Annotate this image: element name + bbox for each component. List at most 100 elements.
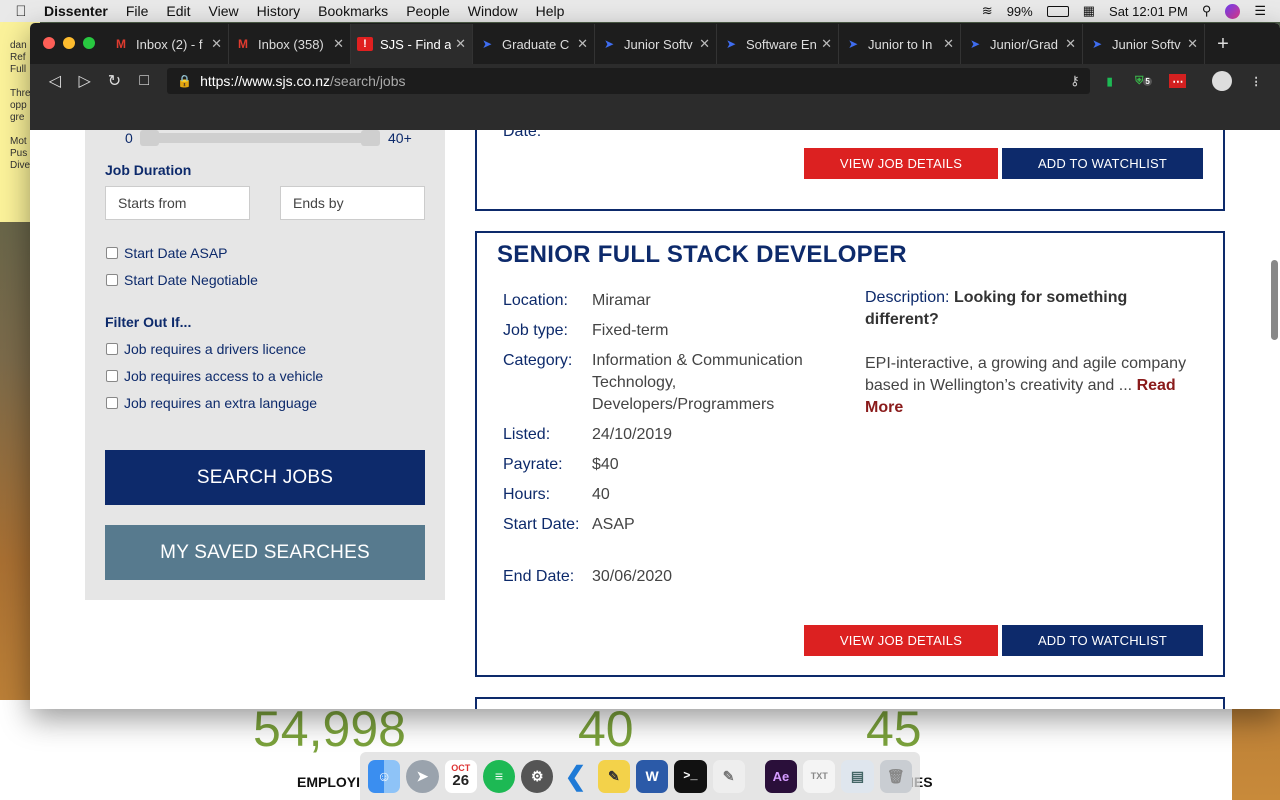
address-bar[interactable]: 🔒 https://www.sjs.co.nz/search/jobs ⚷ [167, 68, 1090, 94]
tab-junior-grad[interactable]: ➤ Junior/Grad ✕ [961, 24, 1083, 64]
job-listed: 24/10/2019 [592, 426, 673, 443]
menu-window[interactable]: Window [459, 3, 527, 19]
forward-icon[interactable]: ▷ [70, 71, 100, 91]
job-location-row: Location: Miramar [503, 290, 843, 312]
my-saved-searches-button[interactable]: MY SAVED SEARCHES [105, 525, 425, 580]
slider-min-handle[interactable] [140, 130, 159, 146]
profile-avatar-icon[interactable] [1208, 71, 1236, 91]
filter-vehicle-checkbox[interactable]: Job requires access to a vehicle [106, 368, 323, 384]
page-scrollbar[interactable] [1271, 260, 1278, 340]
filter-language-checkbox[interactable]: Job requires an extra language [106, 395, 317, 411]
close-tab-icon[interactable]: ✕ [211, 36, 222, 52]
spotify-icon[interactable]: ≡ [482, 759, 516, 793]
field-label: Job type: [503, 322, 568, 339]
start-negotiable-checkbox[interactable]: Start Date Negotiable [106, 272, 258, 288]
search-jobs-button[interactable]: SEARCH JOBS [105, 450, 425, 505]
tab-sjs[interactable]: ! SJS - Find a ✕ [351, 24, 473, 64]
checkbox-box[interactable] [106, 274, 118, 286]
extension-green-icon[interactable]: ▮ [1096, 71, 1124, 91]
clock[interactable]: Sat 12:01 PM [1109, 4, 1188, 19]
slider-max-handle[interactable] [361, 130, 380, 146]
screenshot-folder-icon[interactable]: ▤ [841, 759, 874, 793]
tab-software-engineer[interactable]: ➤ Software En ✕ [717, 24, 839, 64]
minimize-window-button[interactable] [63, 37, 75, 49]
notification-center-icon[interactable]: ☰ [1254, 3, 1266, 19]
menu-view[interactable]: View [200, 3, 248, 19]
text-document-icon[interactable]: TXT [803, 759, 836, 793]
launchpad-icon[interactable]: ➤ [406, 759, 439, 793]
battery-percent[interactable]: 99% [1007, 4, 1033, 19]
trash-icon[interactable]: 🗑 [879, 759, 912, 793]
checkbox-box[interactable] [106, 397, 118, 409]
close-tab-icon[interactable]: ✕ [333, 36, 344, 52]
tab-title: Junior Softv [1112, 36, 1181, 52]
after-effects-icon[interactable]: Ae [764, 759, 798, 793]
finder-icon[interactable]: ☺ [368, 759, 401, 793]
tab-inbox-358[interactable]: M Inbox (358) ✕ [229, 24, 351, 64]
tab-title: Software En [746, 36, 817, 52]
checkbox-box[interactable] [106, 370, 118, 382]
menu-icon[interactable]: ⋮ [1242, 71, 1270, 91]
close-tab-icon[interactable]: ✕ [821, 36, 832, 52]
field-label: End Date: [503, 568, 575, 585]
menu-edit[interactable]: Edit [157, 3, 199, 19]
wifi-icon[interactable]: ≋ [982, 3, 993, 19]
menu-history[interactable]: History [248, 3, 310, 19]
vscode-icon[interactable]: ❮ [559, 760, 591, 793]
tab-inbox-2[interactable]: M Inbox (2) - f ✕ [107, 24, 229, 64]
filter-licence-checkbox[interactable]: Job requires a drivers licence [106, 341, 306, 357]
menu-help[interactable]: Help [527, 3, 574, 19]
checkbox-label: Job requires an extra language [124, 395, 318, 411]
add-to-watchlist-button[interactable]: ADD TO WATCHLIST [1002, 148, 1203, 179]
close-tab-icon[interactable]: ✕ [943, 36, 954, 52]
ends-by-input[interactable]: Ends by [280, 186, 425, 220]
hours-slider[interactable] [140, 130, 380, 146]
add-to-watchlist-button[interactable]: ADD TO WATCHLIST [1002, 625, 1203, 656]
bookmark-icon[interactable]: □ [129, 72, 159, 90]
close-window-button[interactable] [43, 37, 55, 49]
menu-file[interactable]: File [117, 3, 158, 19]
terminal-icon[interactable]: >_ [674, 759, 707, 793]
menu-app-name[interactable]: Dissenter [42, 3, 117, 19]
menu-bookmarks[interactable]: Bookmarks [309, 3, 397, 19]
view-job-details-button[interactable]: VIEW JOB DETAILS [804, 148, 998, 179]
apple-icon[interactable]:  [0, 3, 42, 20]
tab-junior-software-2[interactable]: ➤ Junior Softv ✕ [1083, 24, 1205, 64]
calendar-icon[interactable]: OCT 26 [444, 759, 477, 793]
extension-shield-icon[interactable]: ⛨ 5 [1130, 71, 1158, 91]
view-job-details-button[interactable]: VIEW JOB DETAILS [804, 625, 998, 656]
close-tab-icon[interactable]: ✕ [1065, 36, 1076, 52]
lock-icon: 🔒 [177, 74, 193, 88]
checkbox-label: Start Date Negotiable [124, 272, 258, 288]
new-tab-button[interactable]: + [1205, 24, 1241, 64]
tab-junior-to-intermediate[interactable]: ➤ Junior to In ✕ [839, 24, 961, 64]
zoom-window-button[interactable] [83, 37, 95, 49]
stickies-icon[interactable]: ✎ [597, 759, 630, 793]
extension-red-icon[interactable]: ⋯ [1169, 74, 1187, 88]
arrow-icon: ➤ [969, 37, 981, 51]
close-tab-icon[interactable]: ✕ [699, 36, 710, 52]
key-icon[interactable]: ⚷ [1070, 73, 1080, 89]
close-tab-icon[interactable]: ✕ [577, 36, 588, 52]
checkbox-box[interactable] [106, 247, 118, 259]
back-icon[interactable]: ◁ [40, 71, 70, 91]
starts-from-input[interactable]: Starts from [105, 186, 250, 220]
tab-junior-software[interactable]: ➤ Junior Softv ✕ [595, 24, 717, 64]
close-tab-icon[interactable]: ✕ [455, 36, 466, 52]
menu-people[interactable]: People [397, 3, 459, 19]
close-tab-icon[interactable]: ✕ [1187, 36, 1198, 52]
calendar-icon[interactable]: ▦ [1083, 3, 1095, 19]
word-icon[interactable]: W [635, 759, 669, 793]
battery-icon[interactable] [1046, 5, 1069, 17]
siri-icon[interactable] [1225, 3, 1241, 19]
spotlight-search-icon[interactable]: ⚲ [1202, 3, 1212, 19]
sjs-icon: ! [357, 37, 373, 51]
tab-graduate[interactable]: ➤ Graduate C ✕ [473, 24, 595, 64]
job-title[interactable]: SENIOR FULL STACK DEVELOPER [497, 241, 907, 269]
reload-icon[interactable]: ↻ [100, 71, 130, 91]
checkbox-box[interactable] [106, 343, 118, 355]
textedit-icon[interactable]: ✎ [712, 759, 745, 793]
start-asap-checkbox[interactable]: Start Date ASAP [106, 245, 228, 261]
system-preferences-icon[interactable]: ⚙ [521, 759, 554, 793]
tab-title: Graduate C [502, 36, 570, 52]
